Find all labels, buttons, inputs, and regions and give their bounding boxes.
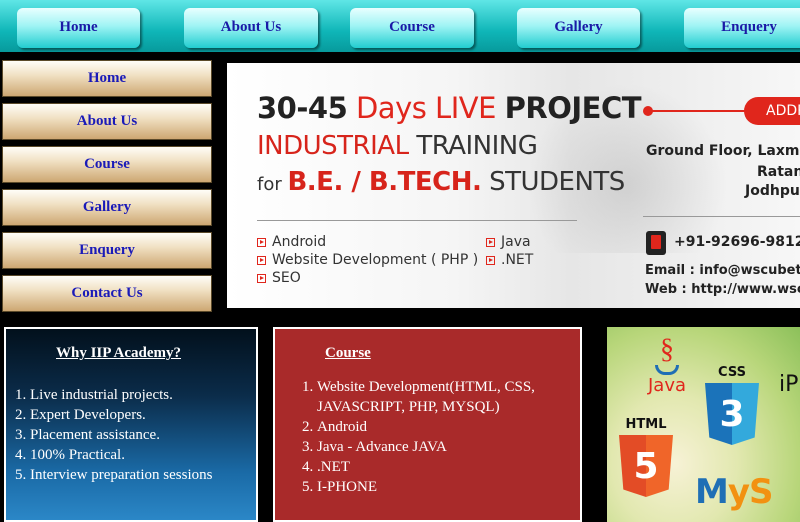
side-nav-home[interactable]: Home <box>2 60 212 97</box>
audience-for: for <box>257 174 288 195</box>
top-nav-gallery[interactable]: Gallery <box>517 8 640 48</box>
side-nav-contact-us[interactable]: Contact Us <box>2 275 212 312</box>
list-item: Interview preparation sessions <box>30 465 212 485</box>
java-cup-icon <box>655 365 679 375</box>
address-line-3: Jodhpur <box>745 183 800 199</box>
why-academy-panel: Why IIP Academy? Live industrial project… <box>4 327 258 522</box>
java-logo: § Java <box>647 335 687 397</box>
audience-students: STUDENTS <box>481 167 625 197</box>
bullet-arrow-icon <box>486 237 495 247</box>
banner-course-item: Java <box>486 233 533 251</box>
mobile-phone-icon <box>646 231 666 255</box>
banner-course-item: Website Development ( PHP ) <box>257 251 478 269</box>
headline-project: PROJECT <box>504 91 642 125</box>
course-panel: Course Website Development(HTML, CSS, JA… <box>273 327 582 522</box>
mysql-logo: MyS <box>695 472 773 512</box>
address-marker-line <box>648 110 748 112</box>
list-item: Live industrial projects. <box>30 385 212 405</box>
list-item: Expert Developers. <box>30 405 212 425</box>
css3-logo-label: CSS <box>718 365 746 380</box>
iphone-logo-text: iP <box>779 372 799 397</box>
list-item: Placement assistance. <box>30 425 212 445</box>
top-nav-home[interactable]: Home <box>17 8 140 48</box>
top-nav-course[interactable]: Course <box>350 8 474 48</box>
banner-course-item: .NET <box>486 251 533 269</box>
banner-headline: 30-45 Days LIVE PROJECT <box>257 91 642 125</box>
html5-shield-icon: 5 <box>619 435 673 497</box>
why-academy-title: Why IIP Academy? <box>56 345 182 361</box>
address-line-1: Ground Floor, Laxmi To <box>646 143 800 159</box>
list-item: Android <box>317 417 569 437</box>
bullet-arrow-icon <box>486 255 495 265</box>
top-nav-enquery[interactable]: Enquery <box>684 8 800 48</box>
banner-subheadline: INDUSTRIAL TRAINING <box>257 131 538 161</box>
list-item: I-PHONE <box>317 477 569 497</box>
banner-divider <box>257 220 577 221</box>
banner-course-item: Android <box>257 233 478 251</box>
banner-course-list-right: Java .NET <box>486 233 533 269</box>
address-line-2: Ratan <box>757 164 800 180</box>
contact-divider <box>643 216 800 217</box>
list-item: .NET <box>317 457 569 477</box>
html5-logo-label: HTML <box>625 417 667 432</box>
contact-website: Web : http://www.wscub <box>645 282 800 297</box>
list-item: Java - Advance JAVA <box>317 437 569 457</box>
list-item: Website Development(HTML, CSS, JAVASCRIP… <box>317 377 569 417</box>
course-list: Website Development(HTML, CSS, JAVASCRIP… <box>299 377 569 497</box>
side-nav-course[interactable]: Course <box>2 146 212 183</box>
contact-phone: +91-92696-98122 <box>674 234 800 250</box>
top-nav-about-us[interactable]: About Us <box>184 8 318 48</box>
side-nav-enquery[interactable]: Enquery <box>2 232 212 269</box>
contact-email: Email : info@wscubetecl <box>645 263 800 278</box>
headline-days-live: Days LIVE <box>347 91 505 125</box>
bullet-arrow-icon <box>257 273 266 283</box>
banner-course-label: Website Development ( PHP ) <box>272 252 479 268</box>
side-nav-about-us[interactable]: About Us <box>2 103 212 140</box>
subheadline-training: TRAINING <box>416 131 538 161</box>
java-logo-text: Java <box>647 375 687 396</box>
html5-logo: HTML 5 <box>617 417 675 497</box>
banner-audience: for B.E. / B.TECH. STUDENTS <box>257 167 625 197</box>
css3-shield-icon: 3 <box>705 383 759 445</box>
bullet-arrow-icon <box>257 255 266 265</box>
top-navigation: Home About Us Course Gallery Enquery <box>0 0 800 52</box>
mysql-logo-part-2: yS <box>727 472 774 512</box>
audience-degree: B.E. / B.TECH. <box>287 167 482 197</box>
side-nav-gallery[interactable]: Gallery <box>2 189 212 226</box>
bullet-arrow-icon <box>257 237 266 247</box>
banner-course-list-left: Android Website Development ( PHP ) SEO <box>257 233 478 287</box>
banner-course-label: SEO <box>272 270 301 286</box>
css3-logo: CSS 3 <box>703 365 761 445</box>
banner-course-label: .NET <box>501 252 534 268</box>
java-steam-icon: § <box>660 334 674 365</box>
banner-course-label: Android <box>272 234 327 250</box>
banner-course-item: SEO <box>257 269 478 287</box>
promo-banner: 30-45 Days LIVE PROJECT INDUSTRIAL TRAIN… <box>227 63 800 308</box>
course-panel-title: Course <box>325 345 371 361</box>
address-tab: ADDR <box>744 97 800 125</box>
mysql-logo-part-1: M <box>695 472 729 512</box>
list-item: 100% Practical. <box>30 445 212 465</box>
headline-days-number: 30-45 <box>257 91 348 125</box>
why-academy-list: Live industrial projects. Expert Develop… <box>30 385 212 485</box>
technology-logos-panel: § Java CSS 3 HTML 5 iP MyS <box>607 327 800 522</box>
banner-course-label: Java <box>501 234 531 250</box>
subheadline-industrial: INDUSTRIAL <box>257 131 417 161</box>
